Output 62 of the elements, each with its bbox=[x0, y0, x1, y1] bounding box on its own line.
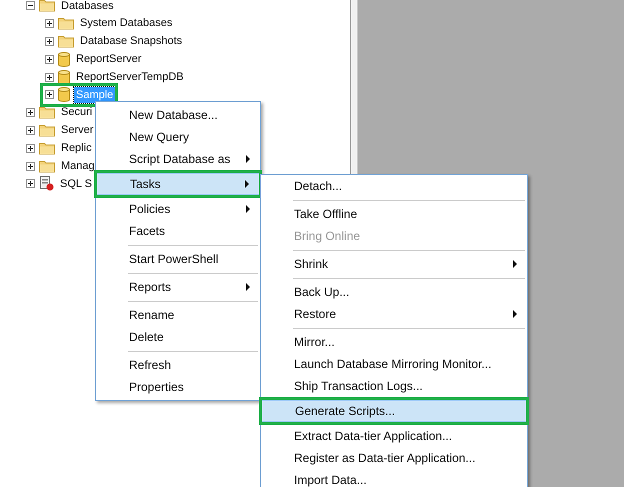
expand-icon[interactable] bbox=[45, 90, 54, 100]
tree-item[interactable]: Manag bbox=[59, 158, 97, 174]
folder-icon bbox=[58, 17, 74, 30]
tree-item[interactable]: ReportServer bbox=[74, 51, 144, 68]
submenu-arrow-icon bbox=[513, 260, 517, 268]
menu-item[interactable]: Properties bbox=[96, 376, 260, 398]
agent-icon bbox=[39, 176, 54, 192]
submenu-arrow-icon bbox=[245, 180, 249, 188]
submenu-arrow-icon bbox=[246, 205, 250, 213]
tree-item[interactable]: Databases bbox=[59, 0, 116, 14]
expand-icon[interactable] bbox=[45, 72, 54, 82]
menu-item[interactable]: Facets bbox=[96, 220, 260, 242]
tree-item[interactable]: Replic bbox=[59, 140, 94, 157]
submenu-arrow-icon bbox=[246, 283, 250, 291]
menu-item[interactable]: Tasks bbox=[96, 173, 260, 195]
menu-item[interactable]: Take Offline bbox=[261, 203, 527, 225]
tree-item[interactable]: ReportServerTempDB bbox=[74, 68, 186, 86]
menu-item[interactable]: Policies bbox=[96, 198, 260, 220]
tree-item[interactable]: Securi bbox=[59, 104, 94, 121]
menu-item[interactable]: Delete bbox=[96, 326, 260, 348]
expand-icon[interactable] bbox=[26, 179, 35, 188]
menu-item[interactable]: Start PowerShell bbox=[96, 248, 260, 270]
menu-item[interactable]: Rename bbox=[96, 304, 260, 326]
folder-icon bbox=[39, 160, 55, 173]
menu-item[interactable]: Generate Scripts... bbox=[261, 400, 527, 422]
folder-icon bbox=[58, 34, 74, 48]
tree-item[interactable]: System Databases bbox=[78, 15, 174, 32]
menu-item[interactable]: Refresh bbox=[96, 354, 260, 376]
tree-item[interactable]: Database Snapshots bbox=[78, 33, 184, 50]
database-icon bbox=[58, 87, 70, 102]
expand-icon[interactable] bbox=[45, 36, 54, 46]
folder-icon bbox=[39, 106, 55, 120]
menu-item[interactable]: Detach... bbox=[261, 175, 527, 197]
menu-item[interactable]: Back Up... bbox=[261, 281, 527, 303]
menu-item[interactable]: Shrink bbox=[261, 253, 527, 275]
submenu-arrow-icon bbox=[246, 155, 250, 163]
menu-item[interactable]: New Query bbox=[96, 126, 260, 148]
expand-icon[interactable] bbox=[26, 162, 35, 171]
menu-item[interactable]: Script Database as bbox=[96, 148, 260, 170]
menu-item[interactable]: Restore bbox=[261, 303, 527, 325]
menu-item[interactable]: Reports bbox=[96, 276, 260, 298]
tree-item[interactable]: Server bbox=[59, 122, 96, 139]
collapse-icon[interactable] bbox=[26, 1, 35, 10]
expand-icon[interactable] bbox=[26, 126, 35, 135]
menu-item[interactable]: Mirror... bbox=[261, 331, 527, 353]
folder-icon bbox=[39, 142, 55, 155]
menu-item[interactable]: Ship Transaction Logs... bbox=[261, 375, 527, 397]
menu-item[interactable]: Launch Database Mirroring Monitor... bbox=[261, 353, 527, 375]
expand-icon[interactable] bbox=[26, 144, 35, 153]
folder-icon bbox=[39, 0, 55, 12]
expand-icon[interactable] bbox=[45, 19, 54, 28]
menu-item[interactable]: New Database... bbox=[96, 104, 260, 126]
expand-icon[interactable] bbox=[26, 108, 35, 118]
database-icon bbox=[58, 70, 70, 85]
expand-icon[interactable] bbox=[45, 54, 54, 64]
menu-item[interactable]: Extract Data-tier Application... bbox=[261, 425, 527, 447]
database-icon bbox=[58, 52, 70, 67]
menu-item[interactable]: Register as Data-tier Application... bbox=[261, 447, 527, 469]
tree-item[interactable]: SQL S bbox=[58, 176, 94, 192]
menu-item[interactable]: Import Data... bbox=[261, 469, 527, 487]
folder-icon bbox=[39, 124, 55, 137]
submenu-arrow-icon bbox=[513, 310, 517, 318]
